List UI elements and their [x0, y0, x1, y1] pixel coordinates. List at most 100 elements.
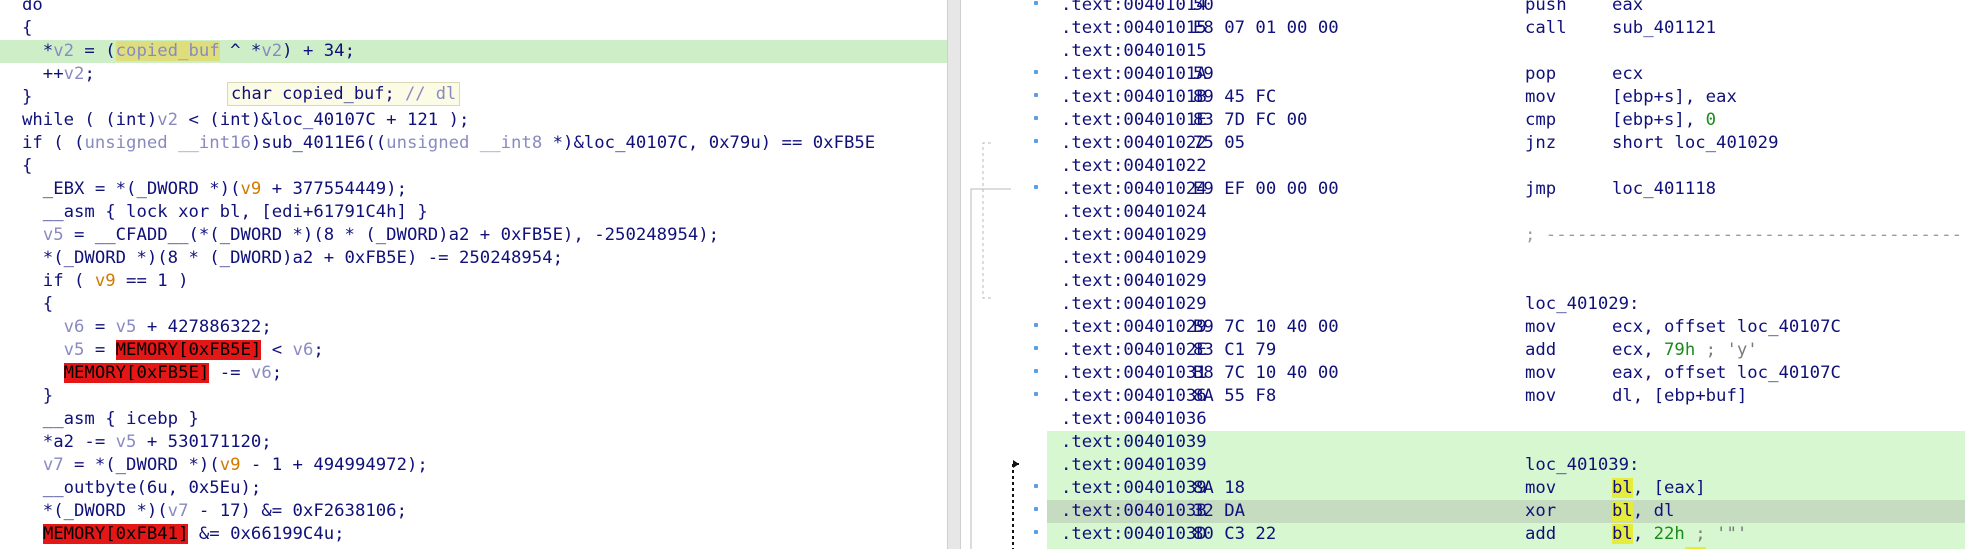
- memory-ref[interactable]: MEMORY[0xFB41]: [42, 524, 189, 544]
- pseudocode-line[interactable]: {: [0, 155, 947, 178]
- pseudocode-line[interactable]: if ( v9 == 1 ): [0, 270, 947, 293]
- disasm-operands[interactable]: bl, 22h ; '"': [1612, 523, 1747, 546]
- variable-token[interactable]: v5: [116, 317, 137, 337]
- memory-ref[interactable]: MEMORY[0xFB5E]: [63, 363, 210, 383]
- disasm-operands[interactable]: bl, [eax]: [1612, 477, 1706, 500]
- pane-splitter[interactable]: [947, 0, 961, 549]
- pseudocode-line[interactable]: v5 = __CFADD__(*(_DWORD *)(8 * (_DWORD)a…: [0, 224, 947, 247]
- variable-token[interactable]: v7: [168, 501, 189, 521]
- pseudocode-line[interactable]: v5 = MEMORY[0xFB5E] < v6;: [0, 339, 947, 362]
- variable-token[interactable]: copied_buf: [115, 41, 220, 61]
- disasm-operands[interactable]: ecx, offset loc_40107C: [1612, 316, 1841, 339]
- disasm-line[interactable]: .text:00401039 8A 18 mov bl, [eax]: [1047, 477, 1965, 500]
- disasm-operands[interactable]: [ebp+s], 0: [1612, 109, 1716, 132]
- breakpoint-dot[interactable]: [1034, 369, 1038, 373]
- disasm-operands[interactable]: ecx, 79h ; 'y': [1612, 339, 1758, 362]
- disasm-line[interactable]: .text:00401039 loc_401039:: [1047, 454, 1965, 477]
- variable-token[interactable]: v9: [220, 455, 241, 475]
- disasm-operands[interactable]: ecx: [1612, 63, 1643, 86]
- breakpoint-dot[interactable]: [1034, 70, 1038, 74]
- breakpoint-dot[interactable]: [1034, 530, 1038, 534]
- disasm-operands[interactable]: loc_401118: [1612, 178, 1716, 201]
- variable-token[interactable]: unsigned __int8: [386, 133, 542, 153]
- disasm-operands[interactable]: sub_401121: [1612, 17, 1716, 40]
- pseudocode-line[interactable]: ++v2;: [0, 63, 947, 86]
- disassembly-view[interactable]: .text:00401014 50 push eax .text:00401015 E8 …: [961, 0, 1965, 549]
- variable-token[interactable]: v2: [53, 41, 74, 61]
- variable-token[interactable]: v2: [261, 41, 282, 61]
- breakpoint-dot[interactable]: [1034, 484, 1038, 488]
- disasm-line[interactable]: .text:00401029: [1047, 270, 1965, 293]
- variable-token[interactable]: v5: [43, 225, 64, 245]
- disasm-line[interactable]: .text:00401015: [1047, 40, 1965, 63]
- breakpoint-dot[interactable]: [1034, 346, 1038, 350]
- disasm-operands[interactable]: eax: [1612, 0, 1643, 17]
- disasm-line[interactable]: .text:0040101B 89 45 FC mov [ebp+s], eax: [1047, 86, 1965, 109]
- pseudocode-line[interactable]: __outbyte(6u, 0x5Eu);: [0, 477, 947, 500]
- pseudocode-line[interactable]: MEMORY[0xFB5E] -= v6;: [0, 362, 947, 385]
- breakpoint-dot[interactable]: [1034, 93, 1038, 97]
- disasm-line[interactable]: .text:00401022 75 05 jnz short loc_401029: [1047, 132, 1965, 155]
- pseudocode-line[interactable]: }: [0, 86, 947, 109]
- disasm-line[interactable]: .text:0040101A 59 pop ecx: [1047, 63, 1965, 86]
- pseudocode-line[interactable]: }: [0, 385, 947, 408]
- variable-token[interactable]: v9: [241, 179, 262, 199]
- pseudocode-line[interactable]: {: [0, 293, 947, 316]
- disasm-line[interactable]: .text:0040102E 83 C1 79 add ecx, 79h ; 'y': [1047, 339, 1965, 362]
- disasm-line[interactable]: .text:00401029 loc_401029:: [1047, 293, 1965, 316]
- pseudocode-line[interactable]: {: [0, 17, 947, 40]
- breakpoint-dot[interactable]: [1034, 185, 1038, 189]
- disasm-line[interactable]: .text:00401039: [1047, 431, 1965, 454]
- breakpoint-dot[interactable]: [1034, 1, 1038, 5]
- memory-ref[interactable]: MEMORY[0xFB5E]: [115, 340, 262, 360]
- disasm-line[interactable]: .text:00401029: [1047, 247, 1965, 270]
- disasm-operands[interactable]: dl, [ebp+buf]: [1612, 385, 1747, 408]
- breakpoint-dot[interactable]: [1034, 139, 1038, 143]
- variable-token[interactable]: v7: [43, 455, 64, 475]
- pseudocode-line[interactable]: do: [0, 0, 947, 17]
- breakpoint-dot[interactable]: [1034, 116, 1038, 120]
- variable-token[interactable]: v6: [251, 363, 272, 383]
- disasm-line[interactable]: .text:00401036: [1047, 408, 1965, 431]
- pseudocode-line[interactable]: *v2 = (copied_buf ^ *v2) + 34;: [0, 40, 947, 63]
- disasm-line[interactable]: .text:00401031 B8 7C 10 40 00 mov eax, offs…: [1047, 362, 1965, 385]
- pseudocode-view[interactable]: do{ *v2 = (copied_buf ^ *v2) + 34; ++v2;…: [0, 0, 947, 549]
- disasm-line[interactable]: .text:00401029 B9 7C 10 40 00 mov ecx, offs…: [1047, 316, 1965, 339]
- breakpoint-dot[interactable]: [1034, 507, 1038, 511]
- disasm-line[interactable]: .text:0040103D 80 C3 22 add bl, 22h ; '"': [1047, 523, 1965, 546]
- pseudocode-line[interactable]: *a2 -= v5 + 530171120;: [0, 431, 947, 454]
- pseudocode-line[interactable]: if ( (unsigned __int16)sub_4011E6((unsig…: [0, 132, 947, 155]
- disasm-operands[interactable]: [ebp+s], eax: [1612, 86, 1737, 109]
- pseudocode-line[interactable]: *(_DWORD *)(v7 - 17) &= 0xF2638106;: [0, 500, 947, 523]
- variable-token[interactable]: v5: [64, 340, 85, 360]
- variable-token[interactable]: unsigned __int16: [84, 133, 250, 153]
- variable-token[interactable]: v2: [64, 64, 85, 84]
- variable-token[interactable]: v6: [293, 340, 314, 360]
- disasm-line[interactable]: .text:00401024: [1047, 201, 1965, 224]
- variable-token[interactable]: v5: [116, 432, 137, 452]
- variable-token[interactable]: v9: [95, 271, 116, 291]
- disasm-line[interactable]: .text:00401022: [1047, 155, 1965, 178]
- pseudocode-line[interactable]: MEMORY[0xFB41] &= 0x66199C4u;: [0, 523, 947, 546]
- disasm-line[interactable]: .text:0040103B 32 DA xor bl, dl: [1047, 500, 1965, 523]
- breakpoint-dot[interactable]: [1034, 392, 1038, 396]
- pseudocode-line[interactable]: *(_DWORD *)(8 * (_DWORD)a2 + 0xFB5E) -= …: [0, 247, 947, 270]
- pseudocode-line[interactable]: v7 = *(_DWORD *)(v9 - 1 + 494994972);: [0, 454, 947, 477]
- disasm-line[interactable]: .text:00401014 50 push eax: [1047, 0, 1965, 17]
- disasm-operands[interactable]: eax, offset loc_40107C: [1612, 362, 1841, 385]
- disasm-operands[interactable]: short loc_401029: [1612, 132, 1778, 155]
- pseudocode-line[interactable]: _EBX = *(_DWORD *)(v9 + 377554449);: [0, 178, 947, 201]
- disasm-line[interactable]: .text:0040101E 83 7D FC 00 cmp [ebp+s], 0: [1047, 109, 1965, 132]
- breakpoint-dot[interactable]: [1034, 323, 1038, 327]
- disasm-line[interactable]: .text:00401024 E9 EF 00 00 00 jmp loc_40111…: [1047, 178, 1965, 201]
- disasm-line[interactable]: .text:00401029 ; ------------------------…: [1047, 224, 1965, 247]
- variable-token[interactable]: v6: [64, 317, 85, 337]
- disasm-operands[interactable]: bl, dl: [1612, 500, 1674, 523]
- pseudocode-line[interactable]: while ( (int)v2 < (int)&loc_40107C + 121…: [0, 109, 947, 132]
- pseudocode-line[interactable]: v6 = v5 + 427886322;: [0, 316, 947, 339]
- pseudocode-line[interactable]: __asm { icebp }: [0, 408, 947, 431]
- disasm-line[interactable]: .text:00401036 8A 55 F8 mov dl, [ebp+buf]: [1047, 385, 1965, 408]
- variable-token[interactable]: v2: [157, 110, 178, 130]
- disasm-line[interactable]: .text:00401015 E8 07 01 00 00 call sub_4011…: [1047, 17, 1965, 40]
- pseudocode-line[interactable]: __asm { lock xor bl, [edi+61791C4h] }: [0, 201, 947, 224]
